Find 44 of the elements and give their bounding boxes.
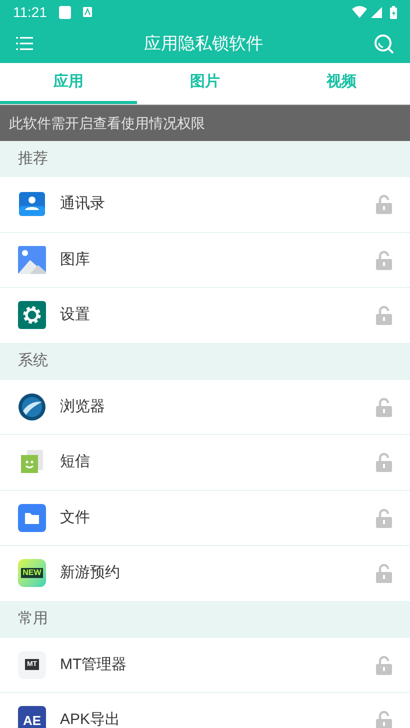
- app-icon: AE: [18, 706, 46, 728]
- image-icon: [18, 246, 46, 274]
- app-name: 新游预约: [60, 563, 121, 583]
- app-name: APK导出: [60, 710, 122, 728]
- folder-icon: [18, 504, 46, 532]
- wifi-icon: [352, 6, 367, 18]
- app-row[interactable]: 图库: [0, 232, 410, 288]
- battery-icon: [390, 6, 397, 18]
- unlocked-icon[interactable]: [376, 396, 392, 417]
- app-row[interactable]: AE APK导出: [0, 693, 410, 728]
- app-title: 应用隐私锁软件: [144, 32, 263, 55]
- app-name: 图库: [60, 250, 91, 270]
- app-row[interactable]: 文件: [0, 490, 410, 546]
- section-header: 系统: [0, 344, 410, 380]
- notification-icon: [59, 6, 71, 18]
- unlocked-icon[interactable]: [376, 563, 392, 584]
- globe-icon: [18, 392, 46, 421]
- app-name: 文件: [60, 508, 91, 528]
- signal-icon: [371, 6, 382, 18]
- unlocked-icon[interactable]: [376, 508, 392, 528]
- gear-icon: [18, 301, 46, 330]
- unlocked-icon[interactable]: [376, 305, 392, 326]
- app-row[interactable]: 通讯录: [0, 177, 410, 232]
- app-name: 通讯录: [60, 194, 106, 214]
- app-name: 浏览器: [60, 396, 106, 416]
- game-icon: NEW: [18, 559, 46, 588]
- section-header: 常用: [0, 602, 410, 638]
- app-name: MT管理器: [60, 654, 128, 674]
- notification-icon: [83, 7, 92, 17]
- unlocked-icon[interactable]: [376, 654, 392, 675]
- app-row[interactable]: 短信: [0, 435, 410, 490]
- unlocked-icon[interactable]: [376, 710, 392, 728]
- unlocked-icon[interactable]: [376, 194, 392, 214]
- unlocked-icon[interactable]: [376, 250, 392, 270]
- app-row[interactable]: 浏览器: [0, 380, 410, 435]
- contacts-icon: [18, 190, 46, 218]
- unlocked-icon[interactable]: [376, 452, 392, 472]
- search-icon[interactable]: [374, 34, 394, 54]
- status-time: 11:21: [13, 2, 47, 22]
- notice-bar: 此软件需开启查看使用情况权限: [0, 105, 410, 141]
- app-name: 短信: [60, 452, 91, 472]
- app-name: 设置: [60, 305, 91, 325]
- menu-icon[interactable]: [16, 37, 33, 50]
- section-header: 推荐: [0, 141, 410, 177]
